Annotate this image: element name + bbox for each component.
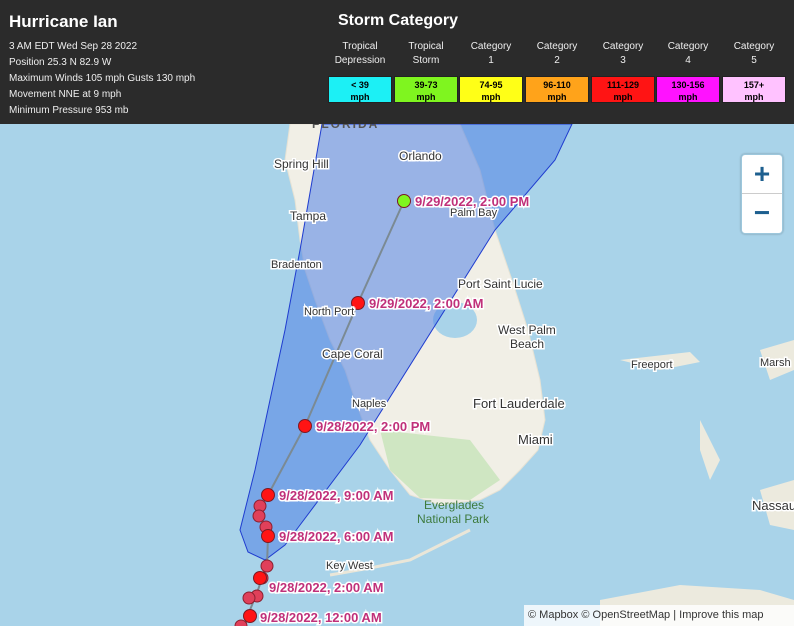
legend-category-line1: Tropical: [342, 41, 378, 52]
city-label: Spring Hill: [274, 157, 329, 171]
forecast-point-label: 9/28/2022, 2:00 PM: [316, 419, 430, 434]
legend-category-line2: 1: [488, 55, 494, 66]
legend-unit: mph: [416, 92, 436, 102]
forecast-point[interactable]: [261, 488, 275, 502]
city-label: Key West: [326, 560, 373, 572]
forecast-point-label: 9/28/2022, 2:00 AM: [269, 580, 383, 595]
legend-swatch: 111-129 mph: [591, 76, 655, 103]
forecast-point-label: 9/29/2022, 2:00 AM: [369, 296, 483, 311]
storm-movement: Movement NNE at 9 mph: [9, 89, 122, 100]
legend-category-label: Category 1: [459, 40, 523, 68]
improve-map-link[interactable]: Improve this map: [679, 609, 763, 621]
legend-category-line1: Category: [733, 41, 775, 52]
legend-category-line1: Category: [667, 41, 709, 52]
zoom-out-button[interactable]: −: [742, 194, 782, 232]
legend-category-line2: 4: [685, 55, 691, 66]
legend-unit: mph: [481, 92, 501, 102]
legend-swatch: 130-156 mph: [656, 76, 720, 103]
city-label: Marsh: [760, 357, 791, 369]
mapbox-link[interactable]: © Mapbox: [528, 609, 578, 621]
storm-pressure: Minimum Pressure 953 mb: [9, 105, 129, 116]
legend-category-line2: Depression: [334, 55, 386, 66]
legend-title: Storm Category: [338, 12, 459, 29]
legend-swatch: 157+ mph: [722, 76, 786, 103]
legend-category-label: Tropical Depression: [328, 40, 392, 68]
legend-category-line1: Category: [602, 41, 644, 52]
forecast-point-label: 9/28/2022, 9:00 AM: [279, 488, 393, 503]
city-label: North Port: [304, 306, 354, 318]
forecast-point-label: 9/28/2022, 6:00 AM: [279, 529, 393, 544]
forecast-point[interactable]: [261, 529, 275, 543]
legend-category-line2: Storm: [412, 55, 440, 66]
city-label: Orlando: [399, 149, 442, 163]
legend-unit: mph: [350, 92, 370, 102]
legend-range: 111-129: [606, 80, 640, 90]
city-label: West Palm: [498, 323, 556, 337]
city-label: Beach: [510, 337, 544, 351]
legend-category-label: Category 2: [525, 40, 589, 68]
storm-winds: Maximum Winds 105 mph Gusts 130 mph: [9, 73, 196, 84]
legend-unit: mph: [613, 92, 633, 102]
storm-time: 3 AM EDT Wed Sep 28 2022: [9, 41, 138, 52]
osm-link[interactable]: © OpenStreetMap: [581, 609, 670, 621]
info-panel: Hurricane Ian 3 AM EDT Wed Sep 28 2022 P…: [0, 0, 794, 124]
city-label: Fort Lauderdale: [473, 396, 565, 411]
legend-category-label: Category 5: [722, 40, 786, 68]
city-label: Nassau: [752, 498, 794, 513]
legend-category-label: Tropical Storm: [394, 40, 458, 68]
attribution-separator: |: [673, 609, 677, 621]
legend-category-label: Category 3: [591, 40, 655, 68]
city-label: Cape Coral: [322, 347, 383, 361]
city-label: Port Saint Lucie: [458, 277, 543, 291]
legend-swatch: 39-73 mph: [394, 76, 458, 103]
legend-category-line2: 5: [751, 55, 757, 66]
legend-unit: mph: [678, 92, 698, 102]
legend-swatch: < 39 mph: [328, 76, 392, 103]
legend-range: 74-95: [479, 80, 503, 90]
legend-category-line1: Category: [470, 41, 512, 52]
city-label: Tampa: [290, 209, 326, 223]
forecast-point[interactable]: [397, 194, 411, 208]
legend-range: 130-156: [671, 80, 705, 90]
city-label: Naples: [352, 398, 387, 410]
legend-category-line1: Category: [536, 41, 578, 52]
legend-swatch: 96-110 mph: [525, 76, 589, 103]
storm-position: Position 25.3 N 82.9 W: [9, 57, 112, 68]
legend-category-line2: 3: [620, 55, 626, 66]
legend-range: 157+: [743, 80, 765, 90]
city-label: Miami: [518, 432, 553, 447]
park-label: National Park: [417, 512, 490, 526]
legend-unit: mph: [547, 92, 567, 102]
track-point[interactable]: [260, 559, 274, 573]
zoom-in-button[interactable]: +: [742, 155, 782, 193]
legend-category-line1: Tropical: [408, 41, 444, 52]
zoom-control: + −: [741, 154, 783, 234]
legend-category-label: Category 4: [656, 40, 720, 68]
map-attribution: © Mapbox © OpenStreetMap | Improve this …: [524, 605, 794, 626]
forecast-point[interactable]: [298, 419, 312, 433]
track-point[interactable]: [252, 509, 266, 523]
city-label: Freeport: [631, 359, 673, 371]
legend-unit: mph: [744, 92, 764, 102]
forecast-point-label: 9/28/2022, 12:00 AM: [260, 610, 382, 625]
legend-swatch: 74-95 mph: [459, 76, 523, 103]
legend-range: 96-110: [543, 80, 571, 90]
city-label: Bradenton: [271, 259, 322, 271]
track-point[interactable]: [242, 591, 256, 605]
forecast-point[interactable]: [243, 609, 257, 623]
legend-range: 39-73: [414, 80, 438, 90]
park-label: Everglades: [424, 498, 484, 512]
storm-name: Hurricane Ian: [9, 12, 118, 31]
legend-range: < 39: [351, 80, 369, 90]
legend-category-line2: 2: [554, 55, 560, 66]
city-label: Palm Bay: [450, 207, 498, 219]
forecast-point[interactable]: [253, 571, 267, 585]
